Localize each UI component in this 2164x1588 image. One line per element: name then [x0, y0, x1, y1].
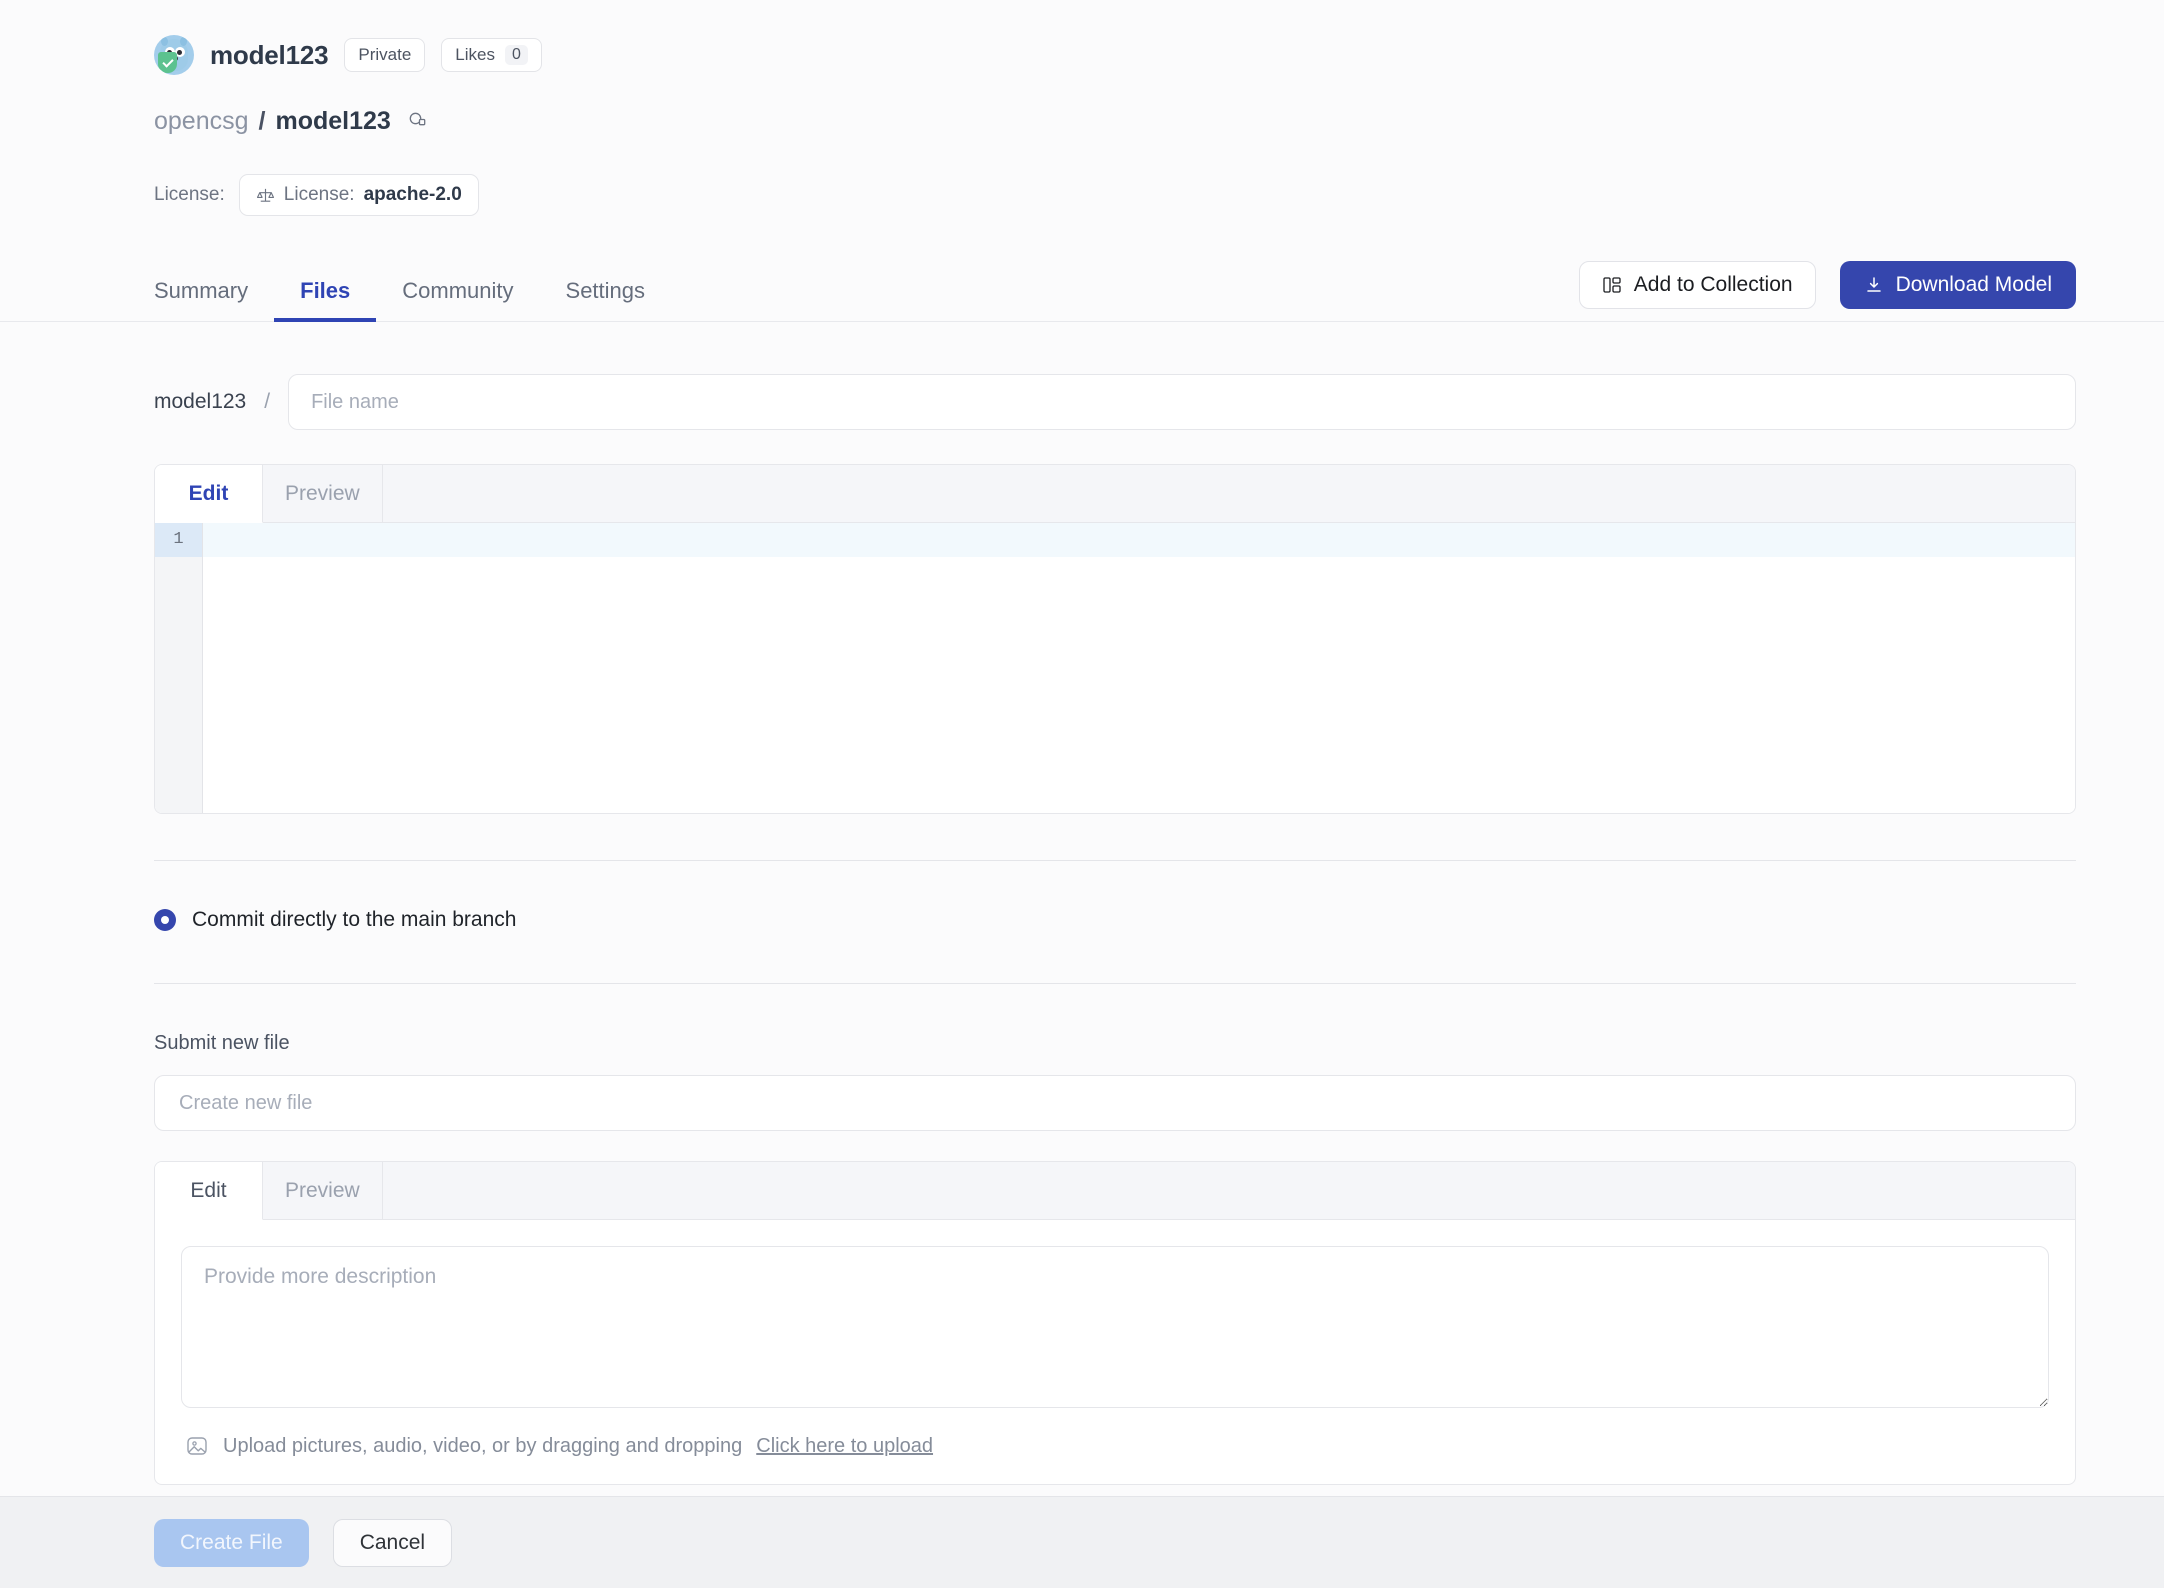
image-icon	[185, 1434, 209, 1458]
code-editor[interactable]: 1	[155, 523, 2075, 813]
section-divider-top	[154, 860, 2076, 861]
license-chip-value: apache-2.0	[364, 184, 462, 206]
scales-icon	[256, 186, 275, 205]
visibility-label: Private	[358, 45, 411, 65]
footer-buttons: Create File Cancel	[0, 1497, 2164, 1567]
download-model-label: Download Model	[1896, 273, 2052, 297]
collection-icon	[1602, 275, 1622, 295]
header-actions: Add to Collection Download Model	[1579, 261, 2076, 309]
cancel-button[interactable]: Cancel	[333, 1519, 452, 1567]
gopher-shield-avatar-icon	[154, 35, 194, 75]
editor-tab-edit[interactable]: Edit	[155, 465, 263, 523]
download-icon	[1864, 275, 1884, 295]
page-root: model123 Private Likes 0 opencsg / model…	[0, 0, 2164, 1588]
license-chip[interactable]: License: apache-2.0	[239, 174, 479, 216]
breadcrumb-separator: /	[259, 107, 266, 136]
copy-icon[interactable]	[407, 110, 429, 132]
repo-name: model123	[210, 40, 328, 71]
upload-hint-row: Upload pictures, audio, video, or by dra…	[155, 1408, 2075, 1484]
tab-community[interactable]: Community	[376, 278, 539, 322]
file-path-prefix: model123	[154, 390, 246, 414]
editor-tabs: Edit Preview	[155, 465, 2075, 523]
file-path-separator: /	[264, 390, 270, 414]
line-number: 1	[155, 523, 202, 557]
breadcrumb-repo[interactable]: model123	[275, 107, 390, 136]
commit-option-row[interactable]: Commit directly to the main branch	[154, 903, 2076, 937]
add-to-collection-button[interactable]: Add to Collection	[1579, 261, 1816, 309]
description-textarea[interactable]	[181, 1246, 2049, 1408]
file-path-row: model123 /	[154, 374, 2076, 430]
repo-header: model123 Private Likes 0 opencsg / model…	[0, 0, 2164, 216]
likes-badge[interactable]: Likes 0	[441, 38, 542, 72]
action-footer: Create File Cancel	[0, 1496, 2164, 1588]
description-panel: Edit Preview Upload pictures, audio, vid…	[154, 1161, 2076, 1485]
license-label: License:	[154, 184, 225, 206]
file-name-input[interactable]	[288, 374, 2076, 430]
upload-link[interactable]: Click here to upload	[756, 1435, 933, 1458]
license-chip-prefix: License:	[284, 184, 355, 206]
add-to-collection-label: Add to Collection	[1634, 273, 1793, 297]
create-file-button[interactable]: Create File	[154, 1519, 309, 1567]
description-body	[155, 1220, 2075, 1408]
license-row: License: License: apache-2.0	[0, 174, 2164, 216]
line-number-gutter: 1	[155, 523, 203, 813]
file-editor-panel: Edit Preview 1	[154, 464, 2076, 814]
download-model-button[interactable]: Download Model	[1840, 261, 2076, 309]
likes-count: 0	[505, 45, 528, 65]
description-tabs: Edit Preview	[155, 1162, 2075, 1220]
breadcrumb-owner[interactable]: opencsg	[154, 107, 249, 136]
breadcrumb: opencsg / model123	[0, 102, 2164, 140]
code-content[interactable]	[203, 523, 2075, 813]
commit-message-input[interactable]	[154, 1075, 2076, 1131]
likes-label: Likes	[455, 45, 495, 65]
submit-section-label: Submit new file	[154, 1032, 2076, 1055]
visibility-badge: Private	[344, 38, 425, 72]
editor-tab-preview[interactable]: Preview	[263, 465, 383, 522]
commit-directly-label: Commit directly to the main branch	[192, 908, 516, 932]
nav-tabs: Summary Files Community Settings	[154, 278, 671, 321]
tab-files[interactable]: Files	[274, 278, 376, 322]
nav-tabbar: Summary Files Community Settings Add to …	[0, 260, 2164, 322]
description-tab-preview[interactable]: Preview	[263, 1162, 383, 1219]
active-line-highlight	[203, 523, 2075, 557]
tab-settings[interactable]: Settings	[540, 278, 672, 322]
repo-title-row: model123 Private Likes 0	[0, 30, 2164, 80]
commit-directly-radio[interactable]	[154, 909, 176, 931]
section-divider-bottom	[154, 983, 2076, 984]
description-tab-edit[interactable]: Edit	[155, 1162, 263, 1220]
upload-hint-text: Upload pictures, audio, video, or by dra…	[223, 1435, 742, 1458]
main-content: model123 / Edit Preview 1 Commit directl…	[0, 374, 2164, 1485]
tab-summary[interactable]: Summary	[154, 278, 274, 322]
